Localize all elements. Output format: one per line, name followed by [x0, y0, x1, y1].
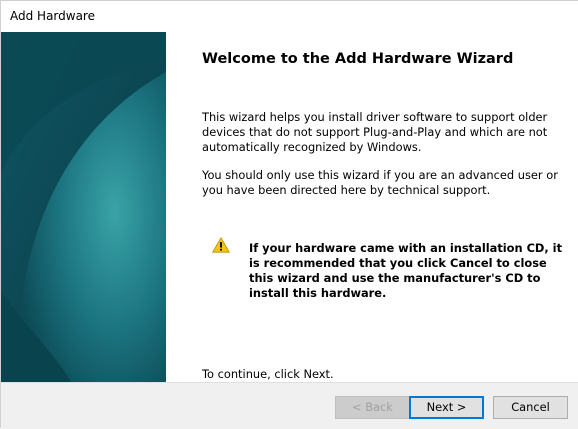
wizard-side-banner [1, 32, 166, 382]
title-bar[interactable]: Add Hardware [1, 1, 578, 32]
page-title: Welcome to the Add Hardware Wizard [202, 51, 514, 67]
add-hardware-window: Add Hardware Welcome to the Add Hardware… [0, 0, 578, 429]
banner-graphic [1, 32, 166, 382]
advanced-user-paragraph: You should only use this wizard if you a… [202, 168, 558, 197]
continue-instruction: To continue, click Next. [202, 367, 334, 381]
button-bar: < Back Next > Cancel [1, 382, 578, 429]
intro-paragraph: This wizard helps you install driver sof… [202, 110, 548, 154]
warning-message: If your hardware came with an installati… [249, 241, 563, 300]
cancel-button[interactable]: Cancel [493, 396, 568, 419]
back-button[interactable]: < Back [335, 396, 410, 419]
next-button[interactable]: Next > [409, 396, 484, 419]
wizard-content: Welcome to the Add Hardware Wizard This … [166, 32, 578, 382]
window-title: Add Hardware [10, 9, 95, 23]
warning-icon [212, 237, 230, 253]
